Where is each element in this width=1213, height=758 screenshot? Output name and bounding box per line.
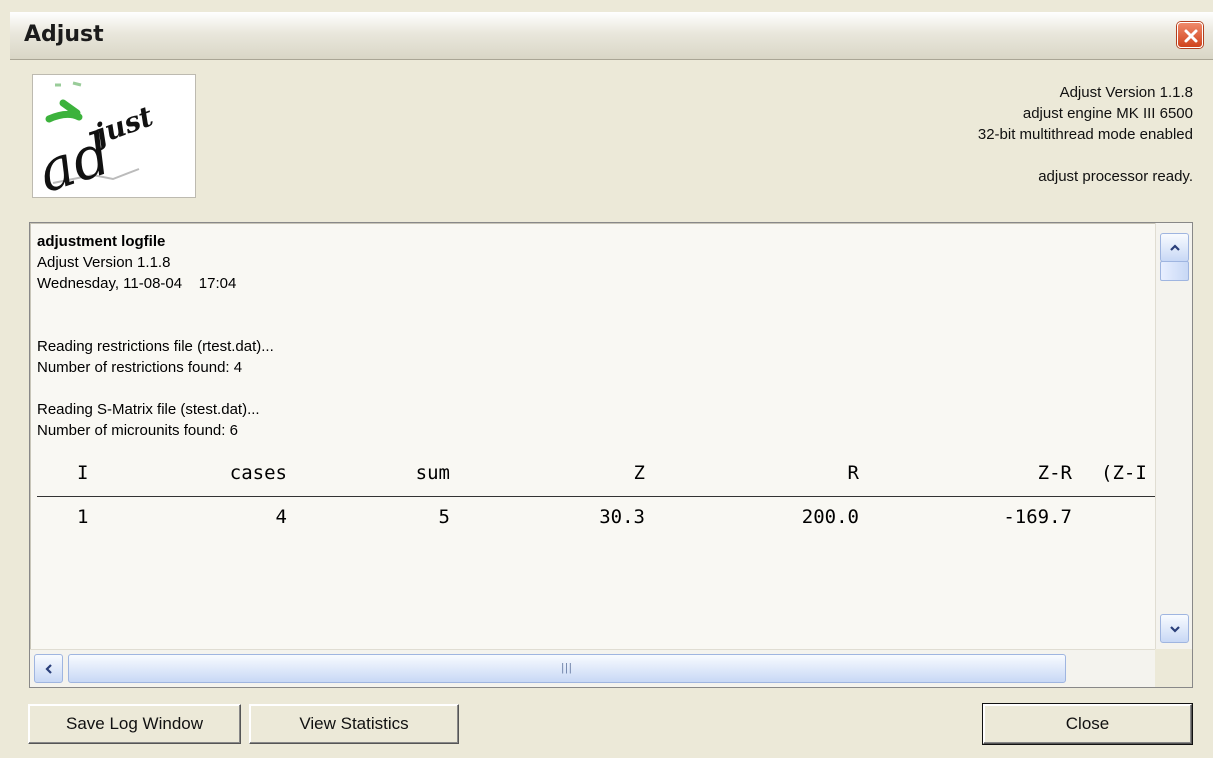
scroll-down-button[interactable] [1160,614,1189,643]
save-log-window-button[interactable]: Save Log Window [28,704,241,744]
arrow-up-icon [1170,244,1180,251]
version-line: Adjust Version 1.1.8 [1059,84,1193,101]
mode-line: 32-bit multithread mode enabled [977,126,1193,143]
log-heading: adjustment logfile [37,233,166,250]
cell-sum: 5 [438,506,450,528]
title-bar[interactable]: Adjust [10,12,1213,60]
column-header-sum: sum [415,462,450,484]
cell-z-r: -169.7 [1003,506,1072,528]
column-header-cases: cases [229,462,287,484]
horizontal-scrollbar[interactable]: ||| [30,649,1187,687]
log-text-area[interactable]: adjustment logfile Adjust Version 1.1.8 … [30,223,1157,651]
log-restrictions-reading: Reading restrictions file (rtest.dat)... [37,338,274,355]
processor-status: adjust processor ready. [1038,168,1193,185]
scroll-left-button[interactable] [34,654,63,683]
log-restrictions-found: Number of restrictions found: 4 [37,359,243,376]
results-table: I cases sum Z R Z-R (Z-I 1 4 5 30.3 200.… [37,463,1157,537]
cell-r: 200.0 [801,506,859,528]
engine-line: adjust engine MK III 6500 [1022,105,1193,122]
cell-z: 30.3 [599,506,645,528]
log-datetime: Wednesday, 11-08-04 17:04 [37,275,237,292]
table-header-row: I cases sum Z R Z-R (Z-I [37,463,1157,497]
close-button[interactable]: Close [982,703,1193,745]
adjust-window: Adjust ad just Adjust Version 1.1.8 adju… [0,0,1213,758]
column-header-r: R [847,462,859,484]
column-header-truncated: (Z-I [1101,462,1147,484]
log-smatrix-reading: Reading S-Matrix file (stest.dat)... [37,401,260,418]
cell-i: 1 [77,506,89,528]
version-info: Adjust Version 1.1.8 adjust engine MK II… [978,82,1193,187]
column-header-z: Z [633,462,645,484]
adjust-logo: ad just [32,74,196,198]
log-window[interactable]: adjustment logfile Adjust Version 1.1.8 … [29,222,1193,688]
arrow-left-icon [45,664,52,674]
logo-graphic: ad just [33,81,157,197]
horizontal-scroll-thumb[interactable]: ||| [68,654,1066,683]
table-row: 1 4 5 30.3 200.0 -169.7 [37,507,1157,537]
window-title: Adjust [24,22,104,47]
vertical-scroll-thumb[interactable] [1160,261,1189,281]
scrollbar-corner [1155,649,1192,687]
view-statistics-button[interactable]: View Statistics [249,704,459,744]
log-version: Adjust Version 1.1.8 [37,254,171,271]
scroll-up-button[interactable] [1160,233,1189,262]
close-icon [1184,29,1198,43]
cell-cases: 4 [275,506,287,528]
arrow-down-icon [1170,626,1180,633]
column-header-i: I [77,462,89,484]
column-header-z-r: Z-R [1037,462,1072,484]
window-close-button[interactable] [1177,22,1203,48]
vertical-scrollbar[interactable] [1155,223,1192,651]
log-microunits-found: Number of microunits found: 6 [37,422,238,439]
